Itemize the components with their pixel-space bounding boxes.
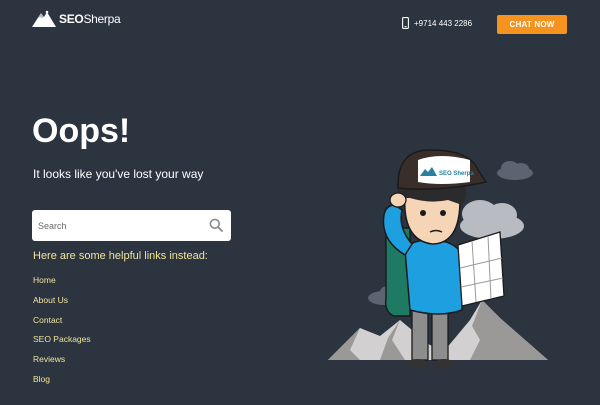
logo-text: SEOSherpa [59,11,121,26]
helpful-links-list: Home About Us Contact SEO Packages Revie… [33,270,91,389]
search-icon [209,218,223,232]
link-blog[interactable]: Blog [33,374,50,384]
list-item: Contact [33,310,91,330]
logo[interactable]: SEOSherpa [32,10,121,27]
page-subtitle: It looks like you've lost your way [33,167,204,181]
cloud-icon [497,161,533,180]
page-title: Oops! [32,112,131,150]
phone-link[interactable]: +9714 443 2286 [402,17,472,29]
cloud-icon [460,200,524,239]
link-seo-packages[interactable]: SEO Packages [33,334,91,344]
cap-logo: SEO Sherpa [439,171,474,177]
list-item: Home [33,270,91,290]
link-home[interactable]: Home [33,275,56,285]
site-header: SEOSherpa +9714 443 2286 CHAT NOW [0,0,600,48]
link-about-us[interactable]: About Us [33,295,68,305]
lost-hiker-illustration: SEO Sherpa [328,149,548,369]
map-icon [457,231,505,307]
list-item: Blog [33,369,91,389]
chat-now-button[interactable]: CHAT NOW [497,15,567,34]
mountain-logo-icon [32,10,56,27]
link-contact[interactable]: Contact [33,315,62,325]
search-input[interactable] [38,210,198,241]
phone-number: +9714 443 2286 [414,18,473,28]
helpful-links-heading: Here are some helpful links instead: [33,250,208,262]
link-reviews[interactable]: Reviews [33,354,65,364]
list-item: Reviews [33,349,91,369]
list-item: About Us [33,290,91,310]
list-item: SEO Packages [33,329,91,349]
phone-icon [402,17,409,29]
search-button[interactable] [208,218,223,233]
search-box [32,210,231,241]
